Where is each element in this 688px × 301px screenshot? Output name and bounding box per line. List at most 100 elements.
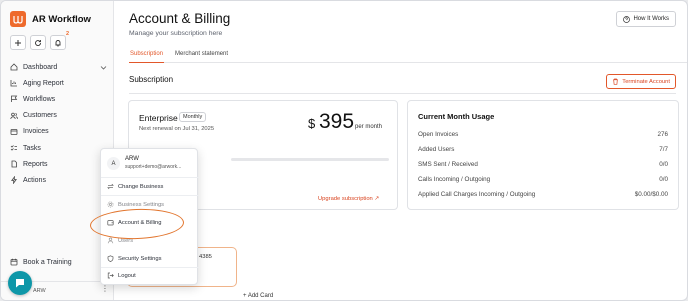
price-currency: $ <box>308 116 316 131</box>
chevron-down-icon <box>100 65 107 70</box>
usage-label: SMS Sent / Received <box>418 161 478 168</box>
app-name: AR Workflow <box>32 13 91 25</box>
billing-cycle-badge: Monthly <box>179 112 207 122</box>
menu-item-label: Business Settings <box>118 201 165 208</box>
menu-item-label: Logout <box>118 272 136 279</box>
sidebar-item-actions[interactable]: Actions <box>10 172 107 188</box>
upgrade-subscription-label: Upgrade subscription <box>318 196 373 202</box>
menu-item-security-settings[interactable]: Security Settings <box>107 255 162 262</box>
bell-icon <box>55 39 61 46</box>
menu-item-change-business[interactable]: Change Business <box>107 183 163 190</box>
upgrade-subscription-link[interactable]: Upgrade subscription ↗ <box>318 196 379 202</box>
divider <box>129 93 676 94</box>
sidebar-quick-actions: 2 <box>10 31 69 50</box>
main-content: Account & Billing Manage your subscripti… <box>115 1 687 300</box>
sidebar-item-label: Customers <box>23 112 57 120</box>
sidebar-nav: Dashboard Aging Report Workflows Custome… <box>10 59 107 189</box>
sidebar-item-invoices[interactable]: Invoices <box>10 124 107 140</box>
usage-value: 0/0 <box>659 176 668 183</box>
profile-name: ARW <box>33 288 46 294</box>
terminate-account-label: Terminate Account <box>622 78 670 85</box>
calendar-icon <box>10 258 18 266</box>
sidebar-item-label: Invoices <box>23 128 49 136</box>
sidebar-item-label: Tasks <box>23 144 41 152</box>
sidebar: AR Workflow 2 Dashboard Aging Report Wor… <box>1 1 114 300</box>
swap-icon <box>107 183 114 190</box>
refresh-button[interactable] <box>30 35 46 50</box>
refresh-icon <box>35 39 41 46</box>
profile-org: ARW <box>125 156 139 162</box>
add-card-button[interactable]: + Add Card <box>243 293 273 299</box>
shield-icon <box>107 255 114 262</box>
usage-label: Open Invoices <box>418 131 459 138</box>
menu-item-logout[interactable]: Logout <box>107 272 136 279</box>
chat-icon <box>16 279 24 288</box>
usage-title: Current Month Usage <box>418 112 495 121</box>
home-icon <box>10 63 18 71</box>
how-it-works-label: How It Works <box>633 16 669 22</box>
usage-row: Added Users 7/7 <box>418 146 668 153</box>
tab-subscription[interactable]: Subscription <box>129 49 165 63</box>
usage-row: Open Invoices 276 <box>418 131 668 138</box>
trash-icon <box>613 78 619 85</box>
profile-menu-header: A ARW support+demo@arwork... <box>101 149 199 178</box>
divider <box>101 267 199 268</box>
tab-merchant-statement[interactable]: Merchant statement <box>174 49 229 63</box>
sidebar-item-label: Dashboard <box>23 63 58 71</box>
usage-value: 0/0 <box>659 161 668 168</box>
usage-value: 7/7 <box>659 146 668 153</box>
invoice-icon <box>10 128 18 135</box>
user-icon <box>107 237 114 244</box>
usage-row: Applied Call Charges Incoming / Outgoing… <box>418 191 668 198</box>
sidebar-item-workflows[interactable]: Workflows <box>10 91 107 107</box>
notification-count-badge: 2 <box>65 31 69 37</box>
terminate-account-button[interactable]: Terminate Account <box>606 74 676 89</box>
tab-bar: Subscription Merchant statement <box>129 49 687 63</box>
sidebar-item-customers[interactable]: Customers <box>10 108 107 124</box>
sidebar-item-label: Workflows <box>23 95 56 103</box>
sidebar-item-label: Actions <box>23 176 46 184</box>
sidebar-item-label: Aging Report <box>23 79 64 87</box>
sidebar-item-reports[interactable]: Reports <box>10 156 107 172</box>
profile-email: support+demo@arwork... <box>125 164 182 170</box>
how-it-works-button[interactable]: How It Works <box>616 11 676 27</box>
menu-item-label: Change Business <box>118 183 164 190</box>
divider <box>101 195 199 196</box>
sidebar-item-aging-report[interactable]: Aging Report <box>10 75 107 91</box>
usage-progress-bar <box>231 158 389 161</box>
avatar: A <box>107 157 120 170</box>
chart-icon <box>10 80 17 87</box>
bolt-icon <box>11 176 17 185</box>
sidebar-item-label: Reports <box>23 160 48 168</box>
app-window: AR Workflow 2 Dashboard Aging Report Wor… <box>0 0 688 301</box>
usage-card: Current Month Usage Open Invoices 276 Ad… <box>407 100 679 210</box>
add-button[interactable] <box>10 35 26 50</box>
price-amount: 395 <box>319 110 355 133</box>
usage-label: Calls Incoming / Outgoing <box>418 176 491 183</box>
usage-row: SMS Sent / Received 0/0 <box>418 161 668 168</box>
book-training-label: Book a Training <box>23 258 72 266</box>
plus-icon <box>15 39 21 46</box>
tasks-icon <box>10 145 17 151</box>
notifications-button[interactable]: 2 <box>50 31 69 50</box>
sidebar-item-tasks[interactable]: Tasks <box>10 140 107 156</box>
users-icon <box>10 112 18 119</box>
price-period: per month <box>355 124 383 130</box>
renewal-date: Next renewal on Jul 31, 2025 <box>139 126 215 132</box>
flag-icon <box>11 96 18 103</box>
usage-label: Added Users <box>418 146 455 153</box>
usage-label: Applied Call Charges Incoming / Outgoing <box>418 191 536 198</box>
brand[interactable]: AR Workflow <box>10 11 91 27</box>
chat-launcher-button[interactable] <box>8 271 32 295</box>
usage-value: 276 <box>657 131 668 138</box>
menu-item-label: Security Settings <box>118 255 162 262</box>
menu-item-business-settings[interactable]: Business Settings <box>107 201 164 208</box>
logout-icon <box>107 272 114 279</box>
sidebar-item-dashboard[interactable]: Dashboard <box>10 59 107 75</box>
book-training-link[interactable]: Book a Training <box>10 258 72 266</box>
section-title: Subscription <box>129 75 174 84</box>
help-circle-icon <box>623 15 631 23</box>
kebab-menu-icon[interactable]: ⋮ <box>101 285 109 293</box>
card-number-fragment: 4385 <box>199 254 212 260</box>
logo-icon <box>10 11 26 27</box>
